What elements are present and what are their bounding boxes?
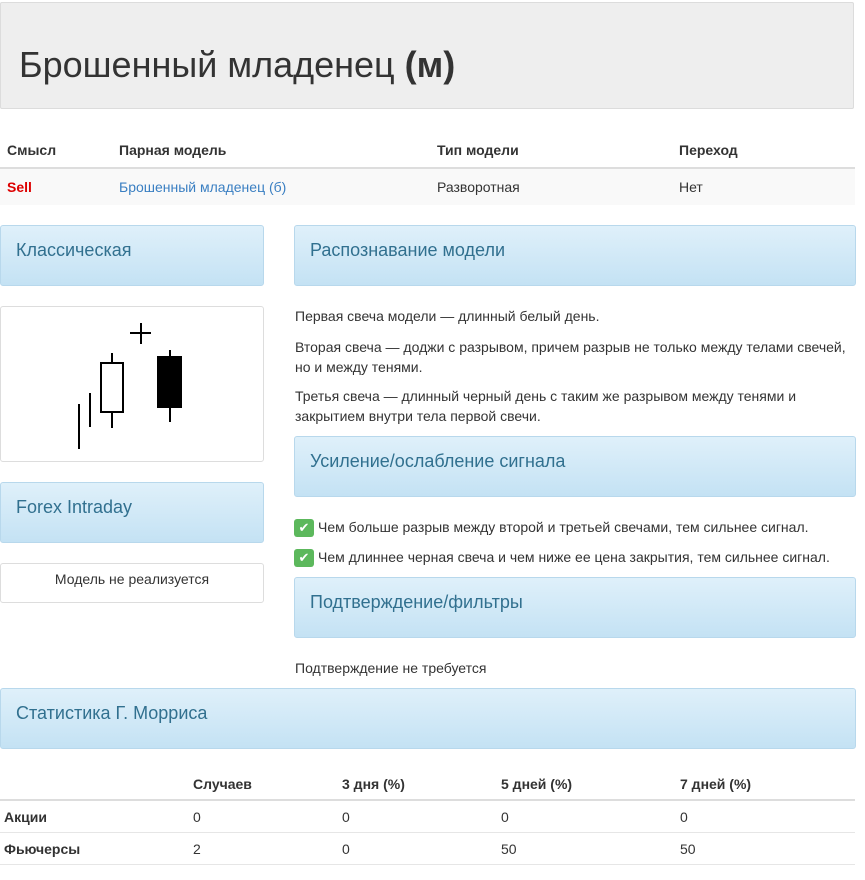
meaning-value: Sell bbox=[0, 168, 112, 205]
column-header-model-type: Тип модели bbox=[430, 133, 672, 169]
signal-item-1-text: Чем больше разрыв между второй и третьей… bbox=[318, 519, 809, 535]
stats-row-label: Акции bbox=[0, 800, 189, 833]
stats-table: Случаев 3 дня (%) 5 дней (%) 7 дней (%) … bbox=[0, 768, 855, 865]
forex-note-text: Модель не реализуется bbox=[54, 571, 210, 587]
signal-item-1: ✔ Чем больше разрыв между второй и третье… bbox=[294, 517, 854, 538]
transition-value: Нет bbox=[672, 168, 855, 205]
recognition-paragraph-1: Первая свеча модели — длинный белый день… bbox=[295, 308, 600, 324]
stats-header-row: Случаев 3 дня (%) 5 дней (%) 7 дней (%) bbox=[0, 768, 855, 801]
stats-cell: 50 bbox=[497, 832, 676, 865]
stats-cell: 0 bbox=[338, 800, 497, 833]
column-header-transition: Переход bbox=[672, 133, 855, 169]
pair-model-link[interactable]: Брошенный младенец (б) bbox=[119, 179, 286, 195]
signal-panel-heading: Усиление/ослабление сигнала bbox=[294, 436, 856, 497]
candlestick-diagram bbox=[78, 323, 182, 449]
stats-header-cases: Случаев bbox=[189, 768, 338, 801]
stats-cell: 0 bbox=[189, 800, 338, 833]
check-icon: ✔ bbox=[294, 549, 314, 568]
forex-note-box: Модель не реализуется bbox=[0, 563, 264, 603]
signal-item-2-text: Чем длиннее черная свеча и чем ниже ее ц… bbox=[318, 549, 830, 565]
confirm-heading-text: Подтверждение/фильтры bbox=[310, 592, 523, 612]
stats-cell: 2 bbox=[189, 832, 338, 865]
stats-cell: 50 bbox=[676, 832, 855, 865]
recognition-paragraph-2: Вторая свеча — доджи с разрывом, причем … bbox=[295, 339, 846, 375]
recognition-paragraph-3: Третья свеча — длинный черный день с так… bbox=[295, 388, 797, 424]
forex-heading-text: Forex Intraday bbox=[16, 497, 133, 517]
column-header-meaning: Смысл bbox=[0, 133, 112, 169]
page-header: Брошенный младенец (м) bbox=[0, 2, 854, 109]
black-candle-body bbox=[157, 356, 182, 408]
table-row: Фьючерсы 2 0 50 50 bbox=[0, 832, 855, 865]
stats-cell: 0 bbox=[497, 800, 676, 833]
classic-panel-heading: Классическая bbox=[0, 225, 264, 286]
model-info-table: Смысл Парная модель Тип модели Переход S… bbox=[0, 133, 855, 205]
stats-heading-text: Статистика Г. Морриса bbox=[16, 703, 208, 723]
signal-heading-text: Усиление/ослабление сигнала bbox=[310, 451, 566, 471]
signal-item-2: ✔ Чем длиннее черная свеча и чем ниже ее … bbox=[294, 547, 854, 568]
recognition-heading-text: Распознавание модели bbox=[310, 240, 506, 260]
recognition-panel-heading: Распознавание модели bbox=[294, 225, 856, 286]
stats-cell: 0 bbox=[676, 800, 855, 833]
stats-panel-heading: Статистика Г. Морриса bbox=[0, 688, 856, 749]
stats-cell: 0 bbox=[338, 832, 497, 865]
stats-header-5days: 5 дней (%) bbox=[497, 768, 676, 801]
page-title-main: Брошенный младенец bbox=[19, 44, 395, 85]
table-row: Sell Брошенный младенец (б) Разворотная … bbox=[0, 168, 855, 205]
stats-header-7days: 7 дней (%) bbox=[676, 768, 855, 801]
page-title-suffix: (м) bbox=[404, 44, 456, 85]
white-candle-body bbox=[100, 362, 124, 413]
stats-header-3days: 3 дня (%) bbox=[338, 768, 497, 801]
stats-row-label: Фьючерсы bbox=[0, 832, 189, 865]
confirm-text: Подтверждение не требуется bbox=[295, 660, 487, 676]
page-title: Брошенный младенец (м) bbox=[19, 43, 455, 87]
check-icon: ✔ bbox=[294, 519, 314, 538]
model-type-value: Разворотная bbox=[430, 168, 672, 205]
classic-heading-text: Классическая bbox=[16, 240, 132, 260]
forex-panel-heading: Forex Intraday bbox=[0, 482, 264, 543]
column-header-pair-model: Парная модель bbox=[112, 133, 430, 169]
stats-header-blank bbox=[0, 768, 189, 801]
confirm-panel-heading: Подтверждение/фильтры bbox=[294, 577, 856, 638]
table-row: Акции 0 0 0 0 bbox=[0, 800, 855, 833]
candlestick-pattern-image bbox=[0, 306, 264, 462]
table-header-row: Смысл Парная модель Тип модели Переход bbox=[0, 133, 855, 169]
